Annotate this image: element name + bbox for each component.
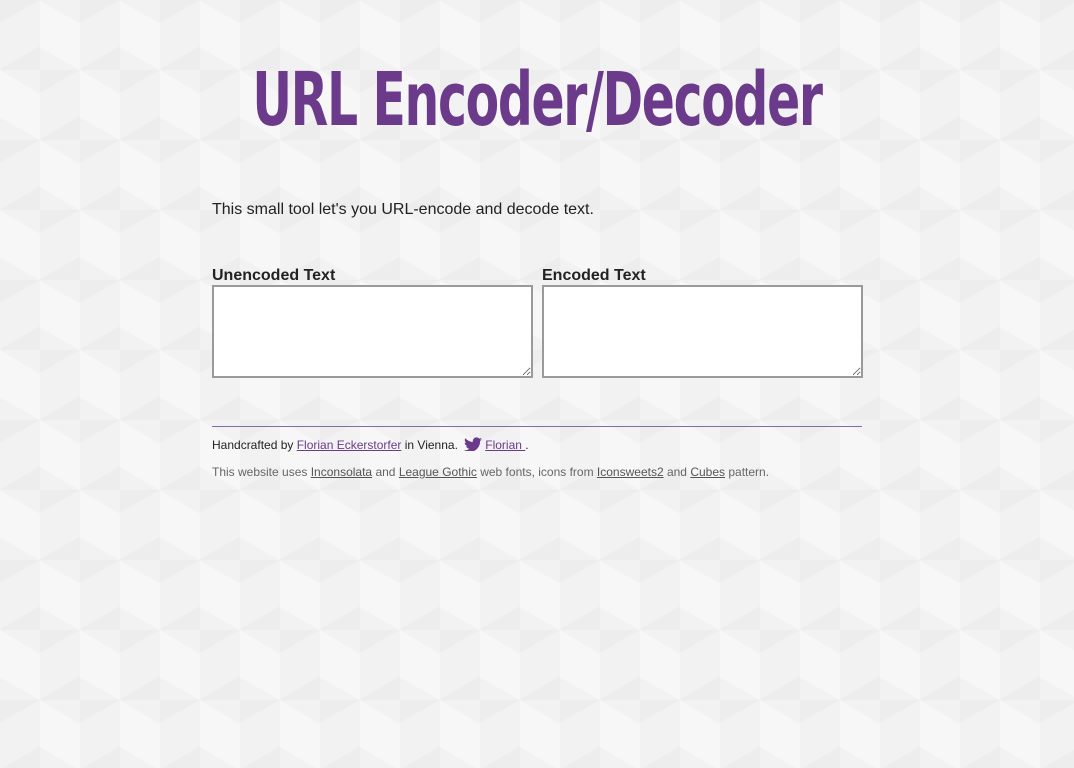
credits-suffix: . bbox=[525, 438, 529, 452]
iconsweets2-link[interactable]: Iconsweets2 bbox=[597, 465, 664, 479]
footer-credits: Handcrafted by Florian Eckerstorfer in V… bbox=[212, 437, 529, 454]
league-gothic-link[interactable]: League Gothic bbox=[399, 465, 477, 479]
fonts-note-text-3: web fonts, icons from bbox=[476, 465, 597, 479]
author-link[interactable]: Florian Eckerstorfer bbox=[297, 438, 402, 452]
unencoded-text-label: Unencoded Text bbox=[212, 267, 336, 284]
intro-text: This small tool let's you URL-encode and… bbox=[212, 201, 594, 218]
cubes-link[interactable]: Cubes bbox=[690, 465, 725, 479]
credits-prefix: Handcrafted by bbox=[212, 438, 297, 452]
unencoded-field-group: Unencoded Text bbox=[212, 267, 533, 378]
fonts-note-text-4: and bbox=[663, 465, 691, 479]
fonts-note-text-1: This website uses bbox=[212, 465, 311, 479]
twitter-bird-icon bbox=[464, 437, 483, 451]
encoded-field-group: Encoded Text bbox=[542, 267, 863, 378]
credits-middle: in Vienna. bbox=[401, 438, 462, 452]
encoded-text-input[interactable] bbox=[542, 285, 863, 378]
fonts-note-text-2: and bbox=[372, 465, 399, 479]
encoded-text-label: Encoded Text bbox=[542, 267, 646, 284]
page-title: URL Encoder/Decoder bbox=[252, 57, 823, 143]
fonts-note-text-5: pattern. bbox=[725, 465, 770, 479]
twitter-link[interactable]: Florian bbox=[485, 438, 525, 452]
fonts-note: This website uses Inconsolata and League… bbox=[212, 464, 769, 481]
footer-divider bbox=[212, 426, 862, 427]
unencoded-text-input[interactable] bbox=[212, 285, 533, 378]
inconsolata-link[interactable]: Inconsolata bbox=[311, 465, 372, 479]
